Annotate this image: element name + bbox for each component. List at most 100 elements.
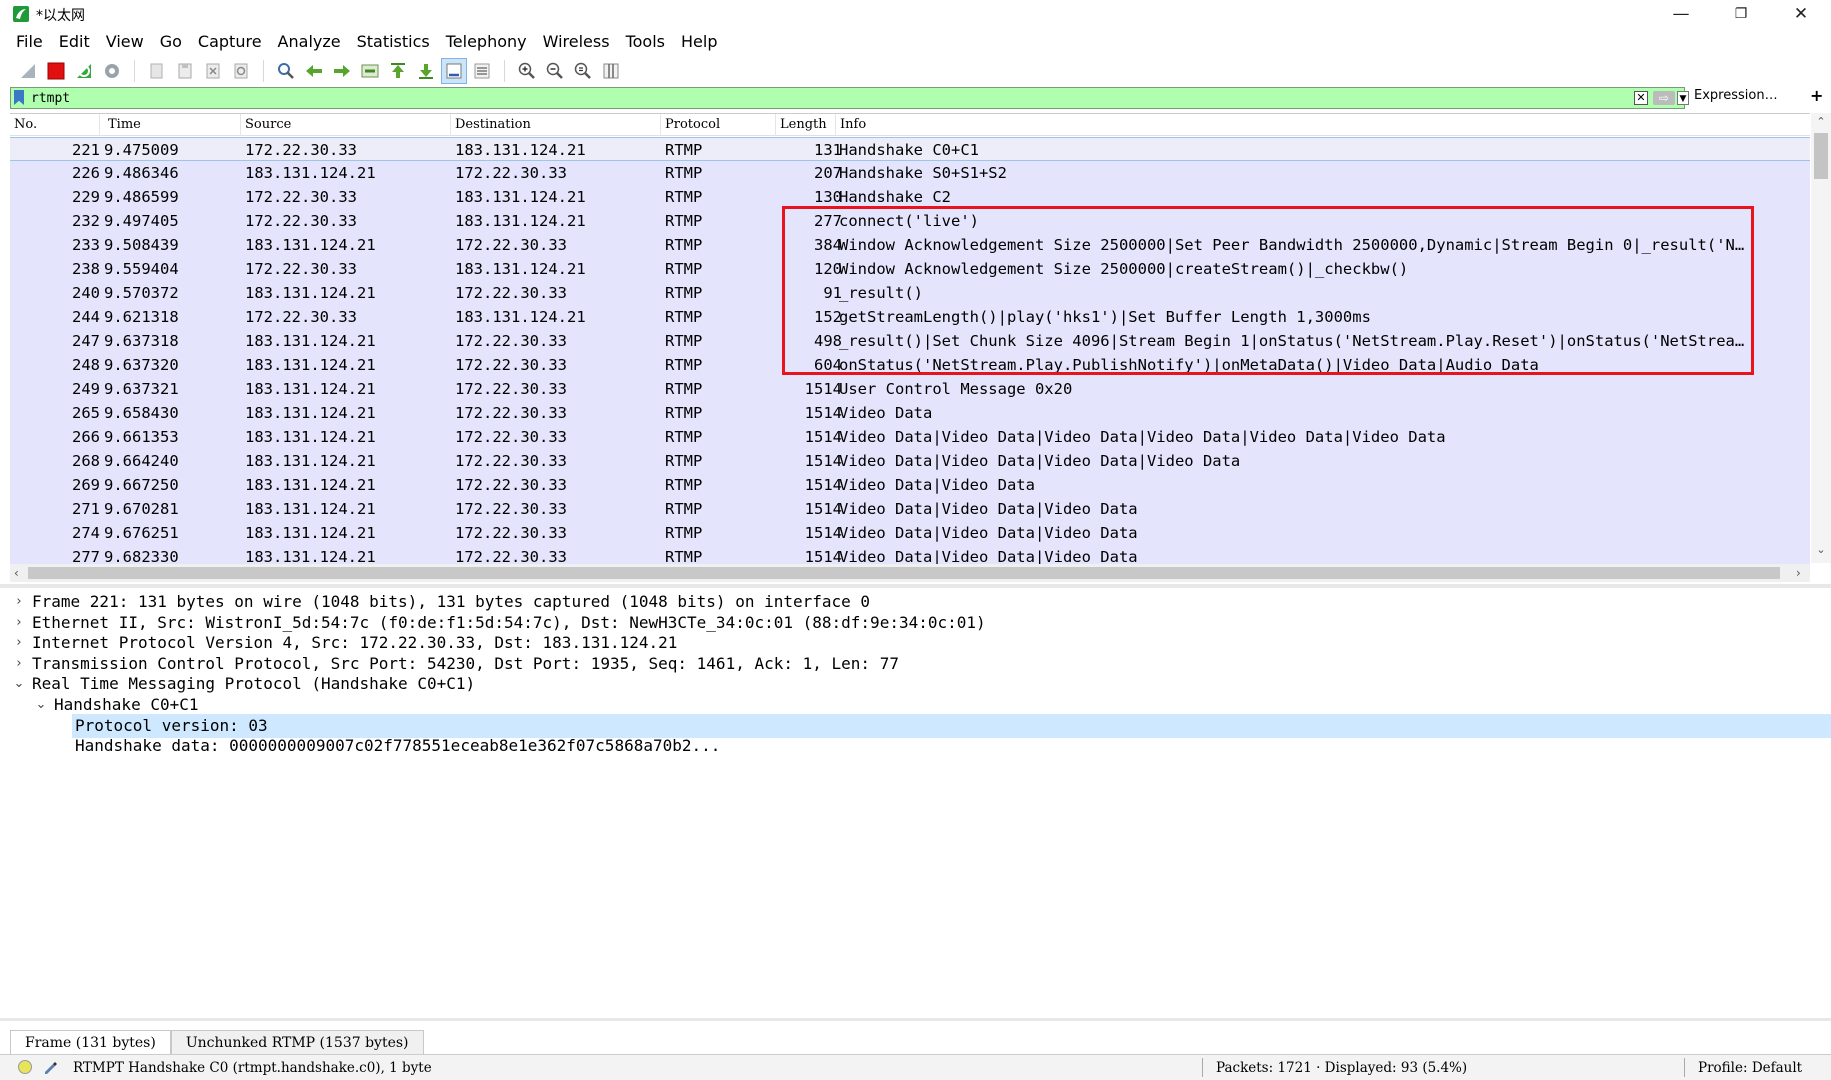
apply-filter-arrow-icon[interactable]: ⇨ (1653, 91, 1675, 105)
packet-source: 183.131.124.21 (245, 404, 376, 422)
menu-statistics[interactable]: Statistics (349, 30, 438, 54)
packet-info: Video Data|Video Data|Video Data|Video D… (839, 452, 1241, 470)
tab-unchunked-rtmp[interactable]: Unchunked RTMP (1537 bytes) (170, 1030, 424, 1054)
close-button[interactable]: ✕ (1778, 0, 1824, 28)
menu-file[interactable]: File (0, 30, 51, 54)
packet-info: Video Data|Video Data|Video Data (839, 524, 1138, 542)
column-header-destination[interactable]: Destination (451, 114, 661, 136)
zoom-reset-icon[interactable] (571, 59, 595, 83)
packet-destination: 183.131.124.21 (455, 212, 586, 230)
menu-view[interactable]: View (98, 30, 152, 54)
menu-wireless[interactable]: Wireless (535, 30, 618, 54)
packet-no: 274 (72, 524, 100, 542)
stop-capture-icon[interactable] (44, 59, 68, 83)
menu-edit[interactable]: Edit (51, 30, 98, 54)
packet-time: 9.664240 (104, 452, 179, 470)
open-file-icon[interactable] (145, 59, 169, 83)
scroll-right-icon[interactable]: › (1796, 564, 1801, 582)
packet-row[interactable]: 266 9.661353 183.131.124.21 172.22.30.33 RTM… (10, 425, 1810, 449)
column-header-info[interactable]: Info (836, 114, 1810, 136)
packet-protocol: RTMP (665, 284, 703, 302)
packet-protocol: RTMP (665, 428, 703, 446)
reload-file-icon[interactable] (229, 59, 253, 83)
scroll-left-icon[interactable]: ‹ (14, 564, 19, 582)
packet-time: 9.475009 (104, 141, 179, 159)
column-header-time[interactable]: Time (104, 114, 241, 136)
clear-filter-icon[interactable]: ✕ (1634, 91, 1648, 105)
restart-capture-icon[interactable] (72, 59, 96, 83)
packet-info: User Control Message 0x20 (839, 380, 1073, 398)
packet-time: 9.637318 (104, 332, 179, 350)
packet-bytes-tabs: Frame (131 bytes) Unchunked RTMP (1537 b… (10, 1030, 424, 1054)
display-filter-bar: ✕ ⇨ ▼ (10, 87, 1689, 109)
packet-source: 183.131.124.21 (245, 236, 376, 254)
packet-source: 172.22.30.33 (245, 260, 357, 278)
scroll-up-icon[interactable]: ⌃ (1814, 115, 1828, 128)
packet-list-vertical-scrollbar[interactable]: ⌃ ⌄ (1811, 113, 1831, 563)
go-forward-icon[interactable] (330, 59, 354, 83)
pane-splitter[interactable] (0, 584, 1831, 588)
find-packet-icon[interactable] (274, 59, 298, 83)
detail-tree-item[interactable]: Handshake data: 0000000009007c02f778551e… (10, 734, 1831, 758)
start-capture-icon[interactable] (16, 59, 40, 83)
expression-button[interactable]: Expression… (1694, 88, 1778, 103)
capture-options-icon[interactable] (100, 59, 124, 83)
packet-row[interactable]: 269 9.667250 183.131.124.21 172.22.30.33 RTM… (10, 473, 1810, 497)
scrollbar-thumb[interactable] (28, 567, 1780, 579)
packet-source: 183.131.124.21 (245, 284, 376, 302)
selected-field-status: RTMPT Handshake C0 (rtmpt.handshake.c0),… (73, 1060, 432, 1076)
packet-list-horizontal-scrollbar[interactable]: ‹ › (10, 564, 1810, 582)
packet-row[interactable]: 271 9.670281 183.131.124.21 172.22.30.33 RTM… (10, 497, 1810, 521)
go-to-packet-icon[interactable] (358, 59, 382, 83)
filter-history-dropdown-icon[interactable]: ▼ (1677, 91, 1689, 105)
filter-bookmark-icon[interactable] (14, 90, 24, 105)
packet-destination: 183.131.124.21 (455, 260, 586, 278)
colorize-icon[interactable] (470, 59, 494, 83)
minimize-button[interactable]: — (1658, 0, 1704, 28)
go-back-icon[interactable] (302, 59, 326, 83)
go-first-packet-icon[interactable] (386, 59, 410, 83)
save-file-icon[interactable] (173, 59, 197, 83)
packet-destination: 183.131.124.21 (455, 308, 586, 326)
zoom-out-icon[interactable] (543, 59, 567, 83)
add-filter-button-icon[interactable]: + (1810, 86, 1823, 105)
menu-go[interactable]: Go (152, 30, 190, 54)
capture-comment-icon[interactable] (42, 1059, 58, 1079)
packet-protocol: RTMP (665, 260, 703, 278)
scrollbar-thumb[interactable] (1814, 133, 1828, 179)
menu-analyze[interactable]: Analyze (270, 30, 349, 54)
packet-time: 9.670281 (104, 500, 179, 518)
menu-telephony[interactable]: Telephony (438, 30, 535, 54)
packet-row[interactable]: 274 9.676251 183.131.124.21 172.22.30.33 RTM… (10, 521, 1810, 545)
restore-button[interactable]: ❐ (1718, 0, 1764, 28)
profile-status[interactable]: Profile: Default (1698, 1060, 1802, 1076)
packet-row[interactable]: 268 9.664240 183.131.124.21 172.22.30.33 RTM… (10, 449, 1810, 473)
packet-time: 9.570372 (104, 284, 179, 302)
packet-row[interactable]: 221 9.475009 172.22.30.33 183.131.124.21 RTM… (10, 137, 1810, 161)
column-header-no[interactable]: No. (10, 114, 100, 136)
column-header-source[interactable]: Source (241, 114, 451, 136)
column-header-length[interactable]: Length (776, 114, 836, 136)
menu-tools[interactable]: Tools (618, 30, 673, 54)
menu-capture[interactable]: Capture (190, 30, 270, 54)
close-file-icon[interactable] (201, 59, 225, 83)
packet-row[interactable]: 265 9.658430 183.131.124.21 172.22.30.33 RTM… (10, 401, 1810, 425)
tab-frame-bytes[interactable]: Frame (131 bytes) (10, 1030, 171, 1054)
auto-scroll-icon[interactable] (441, 58, 467, 84)
packet-row[interactable]: 249 9.637321 183.131.124.21 172.22.30.33 RTM… (10, 377, 1810, 401)
scroll-down-icon[interactable]: ⌄ (1814, 543, 1828, 556)
column-header-protocol[interactable]: Protocol (661, 114, 776, 136)
display-filter-input[interactable] (31, 89, 1611, 107)
menu-help[interactable]: Help (673, 30, 725, 54)
go-last-packet-icon[interactable] (414, 59, 438, 83)
resize-columns-icon[interactable] (599, 59, 623, 83)
packet-row[interactable]: 277 9.682330 183.131.124.21 172.22.30.33 RTM… (10, 545, 1810, 565)
packet-info: Handshake S0+S1+S2 (839, 164, 1007, 182)
zoom-in-icon[interactable] (515, 59, 539, 83)
collapse-arrow-icon[interactable]: ⌄ (34, 693, 48, 717)
packet-no: 221 (72, 141, 100, 159)
packet-no: 248 (72, 356, 100, 374)
pane-splitter[interactable] (0, 1018, 1831, 1021)
expert-info-icon[interactable] (18, 1060, 32, 1074)
packet-row[interactable]: 226 9.486346 183.131.124.21 172.22.30.33 RTM… (10, 161, 1810, 185)
